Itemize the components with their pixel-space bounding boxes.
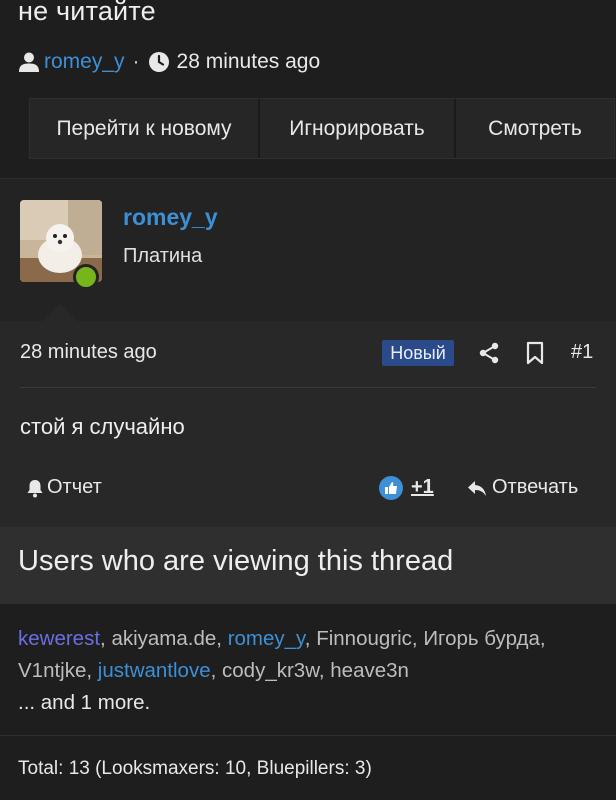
new-badge: Новый bbox=[382, 340, 454, 366]
viewer-link[interactable]: kewerest bbox=[18, 627, 100, 650]
viewers-body: kewerest, akiyama.de, romey_y, Finnougri… bbox=[0, 604, 616, 800]
viewer-link[interactable]: akiyama.de bbox=[111, 627, 216, 650]
share-icon[interactable] bbox=[477, 341, 501, 365]
post-body: 28 minutes ago Новый #1 стой я случайно … bbox=[0, 321, 616, 528]
post-username[interactable]: romey_y bbox=[123, 204, 218, 231]
thread-actions: Перейти к новому Игнорировать Смотреть bbox=[29, 98, 615, 159]
report-label: Отчет bbox=[47, 476, 102, 498]
like-icon[interactable] bbox=[379, 476, 403, 500]
user-rank: Платина bbox=[123, 245, 203, 267]
viewer-link[interactable]: V1ntjke bbox=[18, 659, 86, 682]
post-divider bbox=[20, 387, 596, 388]
ignore-button[interactable]: Игнорировать bbox=[260, 99, 456, 158]
thread-time: 28 minutes ago bbox=[176, 50, 321, 73]
bookmark-icon[interactable] bbox=[523, 341, 547, 365]
viewers-list: kewerest, akiyama.de, romey_y, Finnougri… bbox=[18, 627, 546, 714]
thread-header: не читайте romey_y · 28 minutes ago Пере… bbox=[0, 0, 616, 178]
reply-label: Отвечать bbox=[492, 476, 579, 498]
thread-author-link[interactable]: romey_y bbox=[44, 50, 125, 74]
reply-button[interactable]: Отвечать bbox=[466, 476, 578, 499]
viewers-title: Users who are viewing this thread bbox=[18, 545, 454, 577]
user-icon bbox=[18, 51, 40, 73]
viewers-total: Total: 13 (Looksmaxers: 10, Bluepillers:… bbox=[18, 758, 372, 779]
meta-separator: · bbox=[132, 50, 140, 73]
viewer-link[interactable]: romey_y bbox=[228, 627, 305, 650]
reaction-count-link[interactable]: +1 bbox=[411, 476, 434, 499]
watch-button[interactable]: Смотреть bbox=[456, 99, 614, 158]
viewer-link[interactable]: Finnougric bbox=[316, 627, 412, 650]
viewer-link[interactable]: justwantlove bbox=[98, 659, 211, 682]
goto-new-button[interactable]: Перейти к новому bbox=[30, 99, 260, 158]
report-button[interactable]: Отчет bbox=[25, 476, 102, 499]
more-viewers-text: ... and 1 more. bbox=[18, 691, 151, 714]
thread-meta: romey_y · 28 minutes ago bbox=[18, 50, 320, 74]
viewers-divider bbox=[0, 735, 616, 736]
post-arrow-notch bbox=[43, 304, 77, 321]
clock-icon bbox=[148, 51, 170, 73]
viewer-link[interactable]: Игорь бурда bbox=[423, 627, 540, 650]
viewer-link[interactable]: heave3n bbox=[330, 659, 409, 682]
post-text: стой я случайно bbox=[20, 414, 185, 439]
post-number-link[interactable]: #1 bbox=[571, 341, 593, 364]
thread-title: не читайте bbox=[18, 0, 156, 26]
online-status-indicator bbox=[73, 264, 99, 290]
viewer-link[interactable]: cody_kr3w bbox=[222, 659, 319, 682]
viewers-header: Users who are viewing this thread bbox=[0, 527, 616, 604]
post-container: romey_y Платина 28 minutes ago Новый #1 … bbox=[0, 178, 616, 528]
bell-icon bbox=[25, 478, 45, 498]
post-time[interactable]: 28 minutes ago bbox=[20, 341, 157, 364]
reply-icon bbox=[466, 477, 488, 499]
